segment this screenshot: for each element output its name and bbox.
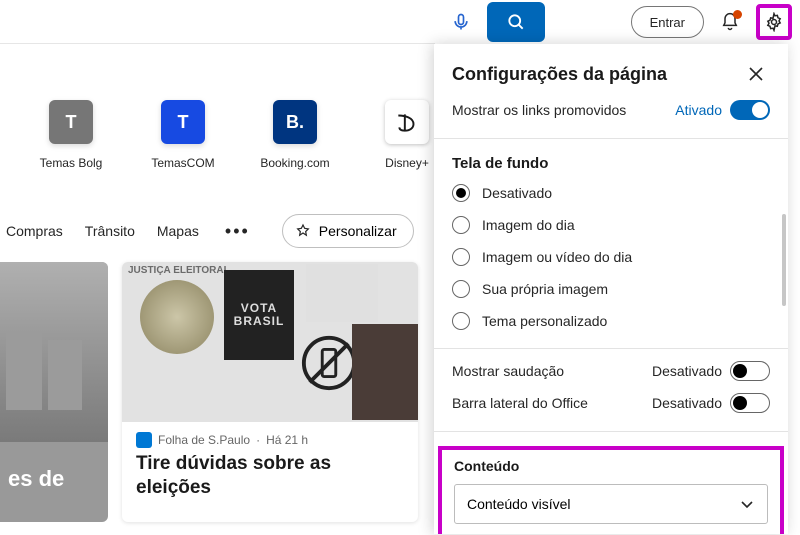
card-title: es de — [8, 466, 64, 492]
disney-icon — [394, 109, 420, 135]
radio-label: Imagem ou vídeo do dia — [482, 249, 632, 265]
chevron-down-icon — [739, 496, 755, 512]
gear-icon — [764, 12, 784, 32]
tile-icon: B. — [273, 100, 317, 144]
nav-link-mapas[interactable]: Mapas — [157, 223, 199, 239]
nav-more-button[interactable]: ••• — [221, 221, 254, 242]
settings-button[interactable] — [756, 4, 792, 40]
office-sidebar-label: Barra lateral do Office — [452, 395, 588, 411]
search-icon — [506, 12, 526, 32]
radio-label: Sua própria imagem — [482, 281, 608, 297]
greeting-toggle[interactable] — [730, 361, 770, 381]
card-image — [0, 262, 108, 442]
tile-label: Disney+ — [385, 156, 429, 170]
quick-link-tile[interactable]: T Temas Bolg — [28, 100, 114, 170]
news-card-partial[interactable]: es de — [0, 262, 108, 522]
radio-icon — [452, 248, 470, 266]
notification-dot-icon — [733, 10, 742, 19]
radio-icon — [452, 312, 470, 330]
greeting-label: Mostrar saudação — [452, 363, 564, 379]
radio-option-disabled[interactable]: Desativado — [452, 184, 770, 202]
nav-link-transito[interactable]: Trânsito — [85, 223, 135, 239]
promoted-links-toggle[interactable] — [730, 100, 770, 120]
select-value: Conteúdo visível — [467, 496, 571, 512]
notifications-button[interactable] — [712, 4, 748, 40]
background-section-title: Tela de fundo — [452, 155, 770, 172]
personalize-button[interactable]: Personalizar — [282, 214, 414, 248]
card-source-row: Folha de S.Paulo · Há 21 h — [136, 432, 404, 448]
microphone-icon — [451, 12, 471, 32]
personalize-label: Personalizar — [319, 223, 397, 239]
tile-icon: T — [49, 100, 93, 144]
content-visibility-select[interactable]: Conteúdo visível — [454, 484, 768, 524]
poster-line: BRASIL — [234, 315, 285, 328]
radio-label: Tema personalizado — [482, 313, 607, 329]
poster: VOTA BRASIL — [224, 270, 294, 360]
search-input[interactable] — [0, 0, 435, 44]
quick-link-tile[interactable]: T TemasCOM — [140, 100, 226, 170]
dot-separator: · — [256, 433, 260, 447]
radio-icon — [452, 184, 470, 202]
card-title: Tire dúvidas sobre as eleições — [136, 452, 404, 500]
divider — [434, 138, 788, 139]
source-badge-icon — [136, 432, 152, 448]
radio-option-image-or-video[interactable]: Imagem ou vídeo do dia — [452, 248, 770, 266]
tile-label: TemasCOM — [151, 156, 214, 170]
radio-icon — [452, 280, 470, 298]
panel-title: Configurações da página — [452, 64, 667, 85]
tile-label: Temas Bolg — [40, 156, 103, 170]
radio-label: Imagem do dia — [482, 217, 575, 233]
radio-option-image-of-day[interactable]: Imagem do dia — [452, 216, 770, 234]
toggle-status: Ativado — [675, 102, 722, 118]
quick-link-tile[interactable]: B. Booking.com — [252, 100, 338, 170]
no-phone-icon — [300, 334, 358, 392]
close-button[interactable] — [742, 60, 770, 88]
signin-button[interactable]: Entrar — [631, 6, 704, 38]
close-icon — [749, 67, 763, 81]
tile-label: Booking.com — [260, 156, 329, 170]
divider — [434, 348, 788, 349]
page-settings-panel: Configurações da página Mostrar os links… — [434, 44, 788, 534]
card-source: Folha de S.Paulo — [158, 433, 250, 447]
content-section-title: Conteúdo — [454, 458, 768, 474]
content-section-highlight: Conteúdo Conteúdo visível — [438, 446, 784, 534]
background-radio-group: Desativado Imagem do dia Imagem ou vídeo… — [452, 184, 770, 330]
seal-icon — [140, 280, 214, 354]
news-card[interactable]: JUSTIÇA ELEITORAL VOTA BRASIL Folha de S… — [122, 262, 418, 522]
radio-label: Desativado — [482, 185, 552, 201]
toggle-status: Desativado — [652, 395, 722, 411]
star-plus-icon — [295, 223, 311, 239]
toggle-status: Desativado — [652, 363, 722, 379]
tile-icon: T — [161, 100, 205, 144]
promoted-links-label: Mostrar os links promovidos — [452, 102, 626, 118]
radio-icon — [452, 216, 470, 234]
card-time: Há 21 h — [266, 433, 308, 447]
radio-option-custom-theme[interactable]: Tema personalizado — [452, 312, 770, 330]
nav-link-compras[interactable]: Compras — [6, 223, 63, 239]
tile-icon — [385, 100, 429, 144]
scrollbar-thumb[interactable] — [782, 214, 786, 306]
search-button[interactable] — [487, 2, 545, 42]
office-sidebar-toggle[interactable] — [730, 393, 770, 413]
banner-text: JUSTIÇA ELEITORAL — [128, 266, 230, 276]
radio-option-own-image[interactable]: Sua própria imagem — [452, 280, 770, 298]
card-body: Folha de S.Paulo · Há 21 h Tire dúvidas … — [122, 422, 418, 516]
card-image: JUSTIÇA ELEITORAL VOTA BRASIL — [122, 262, 418, 422]
top-bar: Entrar — [0, 0, 800, 44]
divider — [434, 431, 788, 432]
microphone-button[interactable] — [443, 4, 479, 40]
